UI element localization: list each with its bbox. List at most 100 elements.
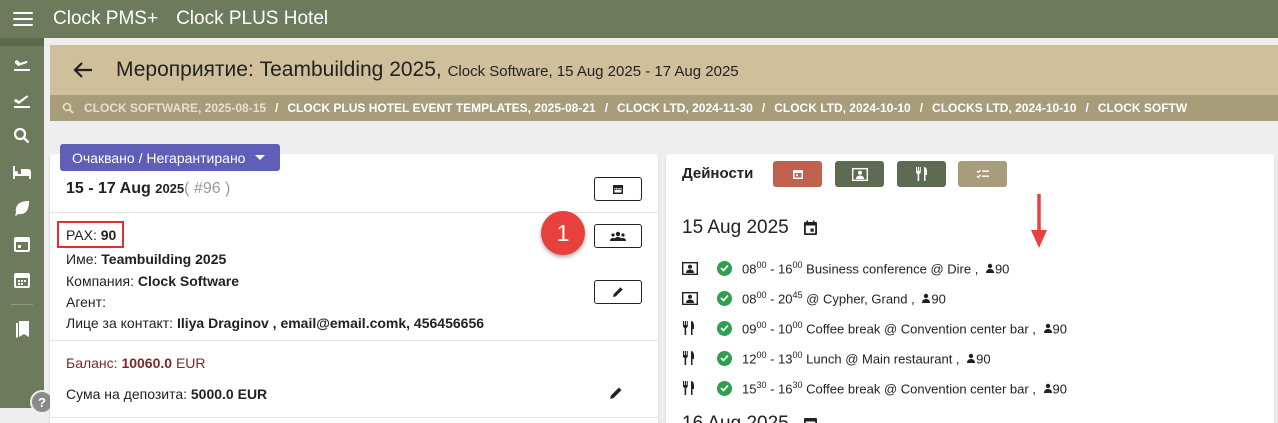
activity-row[interactable]: 1200 - 1300 Lunch @ Main restaurant , 90 xyxy=(682,347,991,369)
name-label: Име: xyxy=(66,251,98,267)
name-row: Име: Teambuilding 2025 xyxy=(66,251,226,267)
guests-button[interactable] xyxy=(594,224,642,248)
search-icon[interactable] xyxy=(0,118,44,154)
deposit-row: Сума на депозита: 5000.0 EUR xyxy=(66,386,267,402)
balance-label: Баланс: xyxy=(66,355,118,371)
contact-label: Лице за контакт: xyxy=(66,315,174,331)
fork-knife-icon xyxy=(682,351,700,365)
calendar-button[interactable] xyxy=(594,177,642,201)
date-range: 15 - 17 Aug xyxy=(66,180,151,197)
caret-down-icon xyxy=(255,155,266,160)
person-icon xyxy=(1043,383,1053,394)
calendar-icon xyxy=(792,170,803,179)
fork-knife-icon xyxy=(682,381,700,395)
calendar-icon xyxy=(613,185,623,194)
back-arrow-icon[interactable] xyxy=(73,60,93,80)
activity-filter-calendar-button[interactable] xyxy=(773,161,822,187)
person-card-icon xyxy=(682,291,700,305)
deposit-label: Сума на депозита: xyxy=(66,386,187,402)
day-date: 15 Aug 2025 xyxy=(682,217,789,238)
sidebar-divider xyxy=(11,304,33,305)
activity-pax: 90 xyxy=(1052,381,1068,397)
pax-row: PAX: 90 xyxy=(66,227,116,243)
contact-value: Iliya Draginov , email@email.comk, 45645… xyxy=(176,315,485,331)
day-header: 15 Aug 2025 xyxy=(682,217,818,239)
end-hour: 16 xyxy=(778,261,793,277)
activity-text: 0900 - 1000 Coffee break @ Convention ce… xyxy=(742,319,1068,337)
breadcrumb-separator: / xyxy=(761,101,766,115)
breadcrumb-item[interactable]: CLOCK LTD, 2024-11-30 xyxy=(617,101,753,115)
top-bar: Clock PMS+ Clock PLUS Hotel xyxy=(0,0,1278,38)
activity-pax: 90 xyxy=(994,261,1010,277)
calendar-icon[interactable] xyxy=(0,226,44,262)
fork-knife-icon xyxy=(682,321,700,335)
start-hour: 12 xyxy=(742,351,757,367)
breadcrumb-separator: / xyxy=(1085,101,1089,115)
calendar-grid-icon[interactable] xyxy=(0,262,44,298)
breadcrumb-item[interactable]: CLOCK SOFTWARE, 2025-08-15 xyxy=(84,101,266,115)
breadcrumb-item[interactable]: CLOCKS LTD, 2024-10-10 xyxy=(932,101,1077,115)
end-hour: 20 xyxy=(778,291,793,307)
activity-text: 1530 - 1630 Coffee break @ Convention ce… xyxy=(742,379,1068,397)
check-icon xyxy=(717,380,732,396)
event-title: Мероприятие: Teambuilding 2025, xyxy=(116,58,442,81)
bed-icon[interactable] xyxy=(0,154,44,190)
activity-filter-conference-button[interactable] xyxy=(835,161,884,187)
deposit-value: 5000.0 EUR xyxy=(190,386,268,402)
callout-badge: 1 xyxy=(541,211,585,255)
company-label: Компания: xyxy=(66,273,134,289)
balance-value: 10060.0 xyxy=(121,355,173,371)
person-card-icon xyxy=(682,261,700,275)
activity-desc: Business conference @ Dire , xyxy=(806,261,979,277)
activity-text: 0800 - 2045 @ Cypher, Grand , 90 xyxy=(742,289,946,307)
bookmarks-icon[interactable] xyxy=(0,311,44,347)
activity-text: 1200 - 1300 Lunch @ Main restaurant , 90 xyxy=(742,349,991,367)
balance-row: Баланс: 10060.0 EUR xyxy=(66,355,206,371)
event-number: ( #96 ) xyxy=(184,180,231,197)
end-hour: 16 xyxy=(778,381,793,397)
fork-knife-icon xyxy=(916,167,927,181)
contact-row: Лице за контакт: Iliya Draginov , email@… xyxy=(66,315,484,331)
breadcrumb-item[interactable]: CLOCK SOFTW xyxy=(1098,101,1187,115)
breadcrumb-item[interactable]: CLOCK PLUS HOTEL EVENT TEMPLATES, 2025-0… xyxy=(287,101,595,115)
start-minute: 00 xyxy=(756,349,767,360)
start-hour: 15 xyxy=(742,381,757,397)
check-icon xyxy=(717,260,732,276)
calendar-icon[interactable] xyxy=(803,416,818,423)
check-icon xyxy=(717,350,732,366)
activity-filter-tasks-button[interactable] xyxy=(958,161,1007,187)
breadcrumb-item[interactable]: CLOCK LTD, 2024-10-10 xyxy=(774,101,910,115)
flight-departure-icon[interactable] xyxy=(0,82,44,118)
edit-deposit-button[interactable] xyxy=(609,386,623,405)
balance-currency: EUR xyxy=(175,355,206,371)
menu-icon[interactable] xyxy=(13,12,33,26)
activity-row[interactable]: 0900 - 1000 Coffee break @ Convention ce… xyxy=(682,317,1067,339)
agent-label: Агент: xyxy=(66,294,106,310)
start-minute: 00 xyxy=(756,319,767,330)
sidebar xyxy=(0,38,44,408)
start-minute: 30 xyxy=(756,379,767,390)
annotation-arrow-icon xyxy=(1031,194,1047,248)
calendar-icon[interactable] xyxy=(803,220,818,236)
start-minute: 00 xyxy=(756,289,767,300)
check-icon xyxy=(717,320,732,336)
event-subtitle: Clock Software, 15 Aug 2025 - 17 Aug 202… xyxy=(447,63,739,80)
activity-filter-food-button[interactable] xyxy=(897,161,946,187)
flight-arrival-icon[interactable] xyxy=(0,46,44,82)
activity-row[interactable]: 0800 - 2045 @ Cypher, Grand , 90 xyxy=(682,287,946,309)
pax-value: 90 xyxy=(100,227,117,243)
activity-row[interactable]: 0800 - 1600 Business conference @ Dire ,… xyxy=(682,257,1009,279)
person-icon xyxy=(921,293,931,304)
status-dropdown[interactable]: Очаквано / Негарантирано xyxy=(60,144,280,171)
end-minute: 30 xyxy=(792,379,803,390)
leaf-icon[interactable] xyxy=(0,190,44,226)
end-minute: 00 xyxy=(792,349,803,360)
pencil-icon xyxy=(610,387,622,399)
start-hour: 08 xyxy=(742,261,757,277)
breadcrumb: CLOCK SOFTWARE, 2025-08-15 / CLOCK PLUS … xyxy=(50,95,1278,121)
edit-button[interactable] xyxy=(594,280,642,304)
page-header: Мероприятие: Teambuilding 2025, Clock So… xyxy=(50,45,1278,95)
section-divider xyxy=(50,340,658,341)
activity-row[interactable]: 1530 - 1630 Coffee break @ Convention ce… xyxy=(682,377,1067,399)
end-hour: 13 xyxy=(778,351,793,367)
